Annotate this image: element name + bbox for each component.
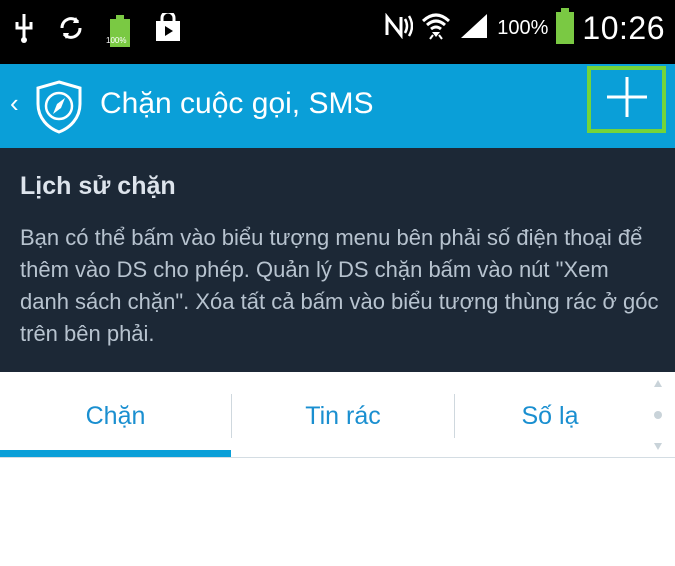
info-description: Bạn có thể bấm vào biểu tượng menu bên p… (20, 225, 659, 346)
tab-unknown-numbers[interactable]: Số lạ (455, 372, 645, 460)
selected-tab-indicator (0, 450, 231, 457)
shopping-bag-icon (154, 10, 182, 48)
plus-icon (605, 75, 649, 124)
nfc-icon (383, 12, 414, 44)
battery-percent: 100% (497, 17, 549, 39)
tab-blocked[interactable]: Chặn (0, 372, 231, 460)
tab-label: Chặn (85, 401, 146, 430)
clock: 10:26 (582, 10, 665, 46)
tab-scroll-indicator[interactable] (648, 378, 668, 452)
battery-full-small-icon: 100% (106, 14, 132, 48)
tab-label: Tin rác (305, 401, 381, 430)
status-bar: 100% 100% 10:26 (0, 0, 675, 64)
block-history-info-panel: Lịch sử chặn Bạn có thể bấm vào biểu tượ… (0, 148, 675, 372)
add-button[interactable] (587, 66, 666, 133)
battery-percent-small: 100% (106, 35, 127, 45)
shield-logo-icon[interactable] (34, 80, 84, 134)
status-bar-indicators: 100% 10:26 (383, 8, 665, 49)
usb-icon (14, 12, 34, 49)
wifi-icon (421, 11, 451, 46)
back-chevron-icon[interactable]: ‹ (10, 90, 19, 116)
tab-spam[interactable]: Tin rác (232, 372, 454, 460)
tab-label: Số lạ (521, 401, 579, 430)
info-title: Lịch sử chặn (20, 172, 176, 200)
action-bar: ‹ Chặn cuộc gọi, SMS (0, 64, 675, 148)
tab-bar: Chặn Tin rác Số lạ (0, 372, 675, 460)
blocked-list (0, 458, 675, 566)
page-title: Chặn cuộc gọi, SMS (100, 87, 374, 120)
battery-icon (556, 8, 575, 49)
status-bar-notifications: 100% (14, 10, 182, 49)
signal-icon (459, 12, 489, 45)
sync-icon (56, 13, 86, 48)
